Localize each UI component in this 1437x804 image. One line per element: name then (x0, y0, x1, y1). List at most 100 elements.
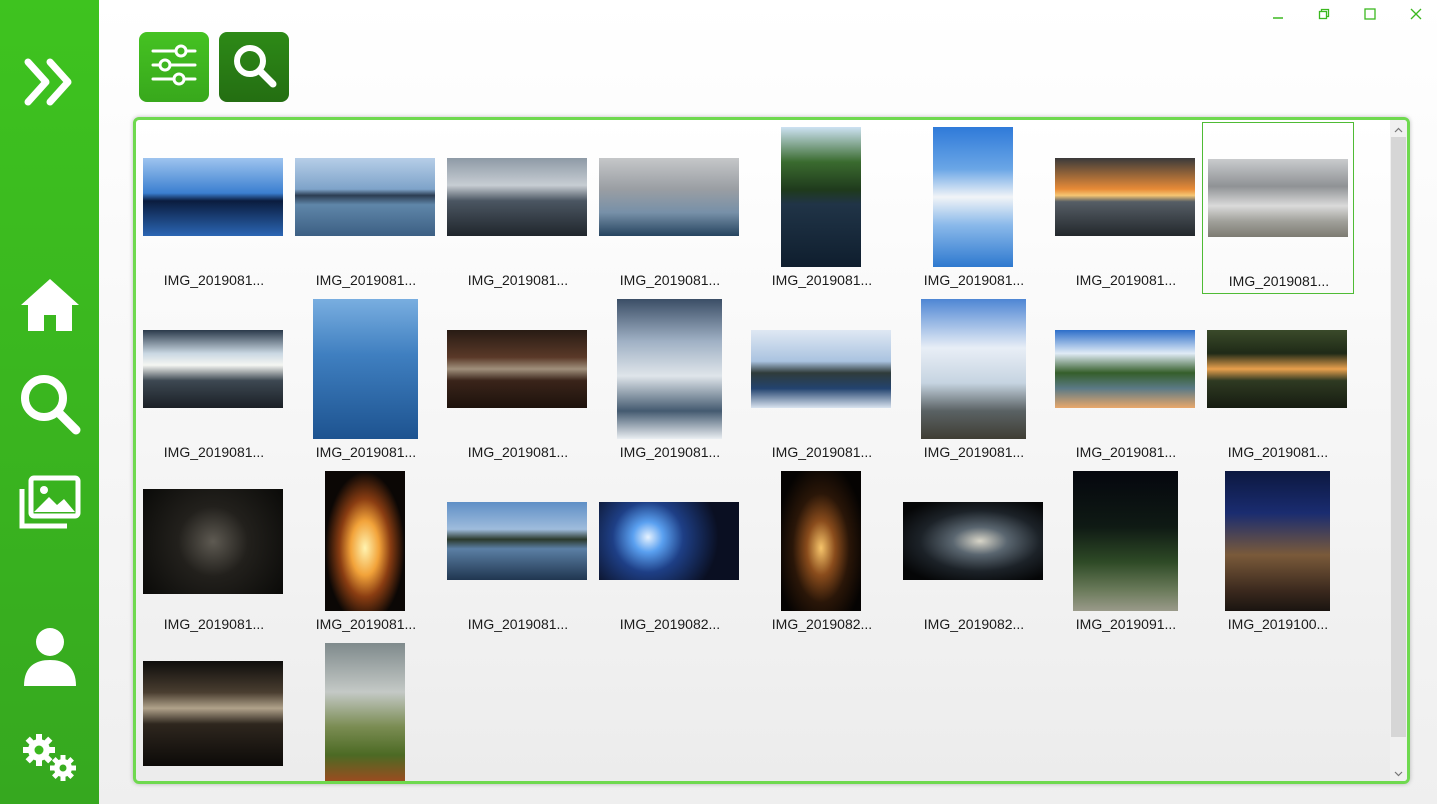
photo-tile[interactable]: IMG_2019081... (898, 294, 1050, 466)
photo-thumbnail-frame (295, 299, 435, 439)
photo-tile[interactable]: IMG_2019081... (442, 466, 594, 638)
home-icon (19, 277, 81, 333)
photo-thumbnail-frame (1055, 127, 1195, 267)
sidebar (0, 0, 99, 804)
photo-thumbnail-frame (1208, 128, 1348, 268)
photo-caption: IMG_2019081... (163, 616, 265, 632)
gears-icon (19, 732, 81, 784)
sidebar-item-search[interactable] (0, 370, 99, 438)
user-icon (22, 626, 78, 688)
photo-caption: IMG_2019081... (619, 444, 721, 460)
photo-thumbnail-frame (903, 299, 1043, 439)
photo-tile[interactable]: IMG_2019081... (138, 122, 290, 294)
photo-thumbnail-frame (599, 299, 739, 439)
photo-tile[interactable]: IMG_2019082... (594, 466, 746, 638)
photo-thumbnail-frame (447, 299, 587, 439)
photo-caption: IMG_2019081... (315, 444, 417, 460)
photo-caption: IMG_2019081... (315, 272, 417, 288)
photo-tile[interactable]: IMG_2019081... (290, 294, 442, 466)
photo-tile[interactable]: IMG_2019081... (442, 122, 594, 294)
photo-thumbnail (616, 299, 722, 439)
photo-tile[interactable] (138, 638, 290, 781)
photo-caption: IMG_2019081... (467, 272, 569, 288)
photo-thumbnail-frame (143, 643, 283, 781)
photo-tile[interactable]: IMG_2019081... (746, 294, 898, 466)
chevron-down-icon (1394, 764, 1403, 782)
photo-thumbnail (447, 330, 587, 408)
photo-caption: IMG_2019081... (619, 272, 721, 288)
photo-thumbnail-frame (1055, 471, 1195, 611)
scroll-thumb[interactable] (1391, 137, 1406, 737)
minimize-button[interactable] (1266, 6, 1290, 26)
sliders-icon (150, 44, 198, 91)
photo-thumbnail (1224, 471, 1330, 611)
images-icon (19, 475, 81, 529)
search-button[interactable] (219, 32, 289, 102)
photo-thumbnail-frame (1207, 471, 1347, 611)
expand-button[interactable] (0, 48, 99, 116)
photo-thumbnail (143, 660, 283, 766)
photo-tile[interactable]: IMG_2019081... (594, 294, 746, 466)
photo-caption: IMG_2019081... (923, 272, 1025, 288)
photo-tile[interactable]: IMG_2019081... (138, 466, 290, 638)
maximize-icon (1364, 7, 1376, 25)
photo-thumbnail (325, 471, 405, 611)
photo-caption: IMG_2019081... (771, 272, 873, 288)
photo-tile[interactable]: IMG_2019081... (1050, 122, 1202, 294)
filter-button[interactable] (139, 32, 209, 102)
photo-thumbnail-frame (143, 127, 283, 267)
photo-thumbnail-frame (143, 299, 283, 439)
photo-thumbnail (781, 471, 861, 611)
photo-tile[interactable]: IMG_2019081... (290, 466, 442, 638)
scroll-up-button[interactable] (1390, 120, 1407, 137)
photo-tile[interactable]: IMG_2019081... (746, 122, 898, 294)
photo-tile[interactable]: IMG_2019081... (290, 122, 442, 294)
photo-thumbnail-frame (295, 471, 435, 611)
photo-gallery: IMG_2019081... IMG_2019081... IMG_2019081.… (133, 117, 1410, 784)
photo-tile[interactable]: IMG_2019081... (898, 122, 1050, 294)
photo-caption: IMG_2019081... (163, 272, 265, 288)
photo-thumbnail-frame (447, 127, 587, 267)
photo-tile[interactable]: IMG_2019081... (1202, 122, 1354, 294)
photo-tile[interactable]: IMG_2019081... (442, 294, 594, 466)
photo-thumbnail (599, 158, 739, 236)
search-icon (231, 42, 277, 93)
photo-tile[interactable]: IMG_2019081... (1050, 294, 1202, 466)
photo-tile[interactable]: IMG_2019081... (138, 294, 290, 466)
photo-tile[interactable]: IMG_2019082... (898, 466, 1050, 638)
close-button[interactable] (1404, 6, 1428, 26)
photo-tile[interactable]: IMG_2019082... (746, 466, 898, 638)
photo-caption: IMG_2019081... (1075, 444, 1177, 460)
photo-caption: IMG_2019100... (1227, 616, 1329, 632)
photo-tile[interactable]: IMG_2019081... (594, 122, 746, 294)
scrollbar[interactable] (1390, 120, 1407, 781)
photo-caption: IMG_2019082... (771, 616, 873, 632)
photo-thumbnail-frame (447, 471, 587, 611)
restore-button[interactable] (1312, 6, 1336, 26)
photo-tile[interactable]: IMG_2019091... (1050, 466, 1202, 638)
photo-thumbnail-frame (143, 471, 283, 611)
close-icon (1410, 7, 1422, 25)
photo-thumbnail (1055, 330, 1195, 408)
sidebar-item-home[interactable] (0, 270, 99, 340)
photo-thumbnail (933, 127, 1013, 267)
photo-tile[interactable] (290, 638, 442, 781)
sidebar-item-settings[interactable] (0, 730, 99, 786)
photo-thumbnail-frame (751, 299, 891, 439)
photo-thumbnail (1072, 471, 1178, 611)
scroll-down-button[interactable] (1390, 764, 1407, 781)
sidebar-item-account[interactable] (0, 624, 99, 690)
photo-thumbnail (143, 488, 283, 594)
photo-thumbnail (781, 127, 861, 267)
sidebar-item-gallery[interactable] (0, 470, 99, 534)
double-chevron-right-icon (24, 58, 76, 106)
photo-thumbnail (1208, 159, 1348, 237)
photo-thumbnail (920, 299, 1026, 439)
photo-tile[interactable]: IMG_2019081... (1202, 294, 1354, 466)
maximize-button[interactable] (1358, 6, 1382, 26)
photo-thumbnail (295, 158, 435, 236)
photo-tile[interactable]: IMG_2019100... (1202, 466, 1354, 638)
photo-caption: IMG_2019081... (1228, 273, 1330, 289)
search-icon (19, 373, 81, 435)
photo-caption: IMG_2019081... (315, 616, 417, 632)
